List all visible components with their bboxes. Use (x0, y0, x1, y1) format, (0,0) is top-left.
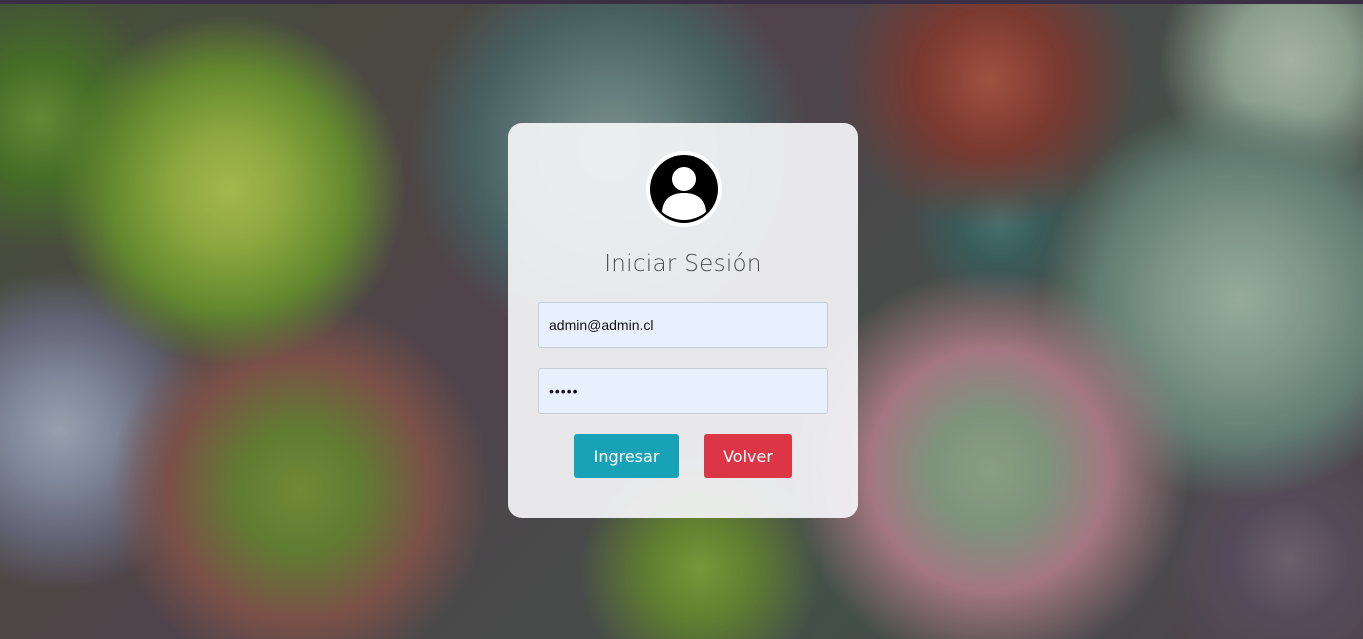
login-title: Iniciar Sesión (604, 251, 762, 277)
submit-button[interactable]: Ingresar (574, 434, 679, 478)
browser-top-edge (0, 0, 1363, 4)
login-card: Iniciar Sesión Ingresar Volver (508, 123, 858, 518)
password-field[interactable] (538, 368, 828, 414)
user-avatar-icon (646, 151, 722, 227)
user-silhouette-icon (650, 155, 718, 223)
login-page: Iniciar Sesión Ingresar Volver (0, 0, 1363, 639)
back-button[interactable]: Volver (704, 434, 792, 478)
email-field[interactable] (538, 302, 828, 348)
